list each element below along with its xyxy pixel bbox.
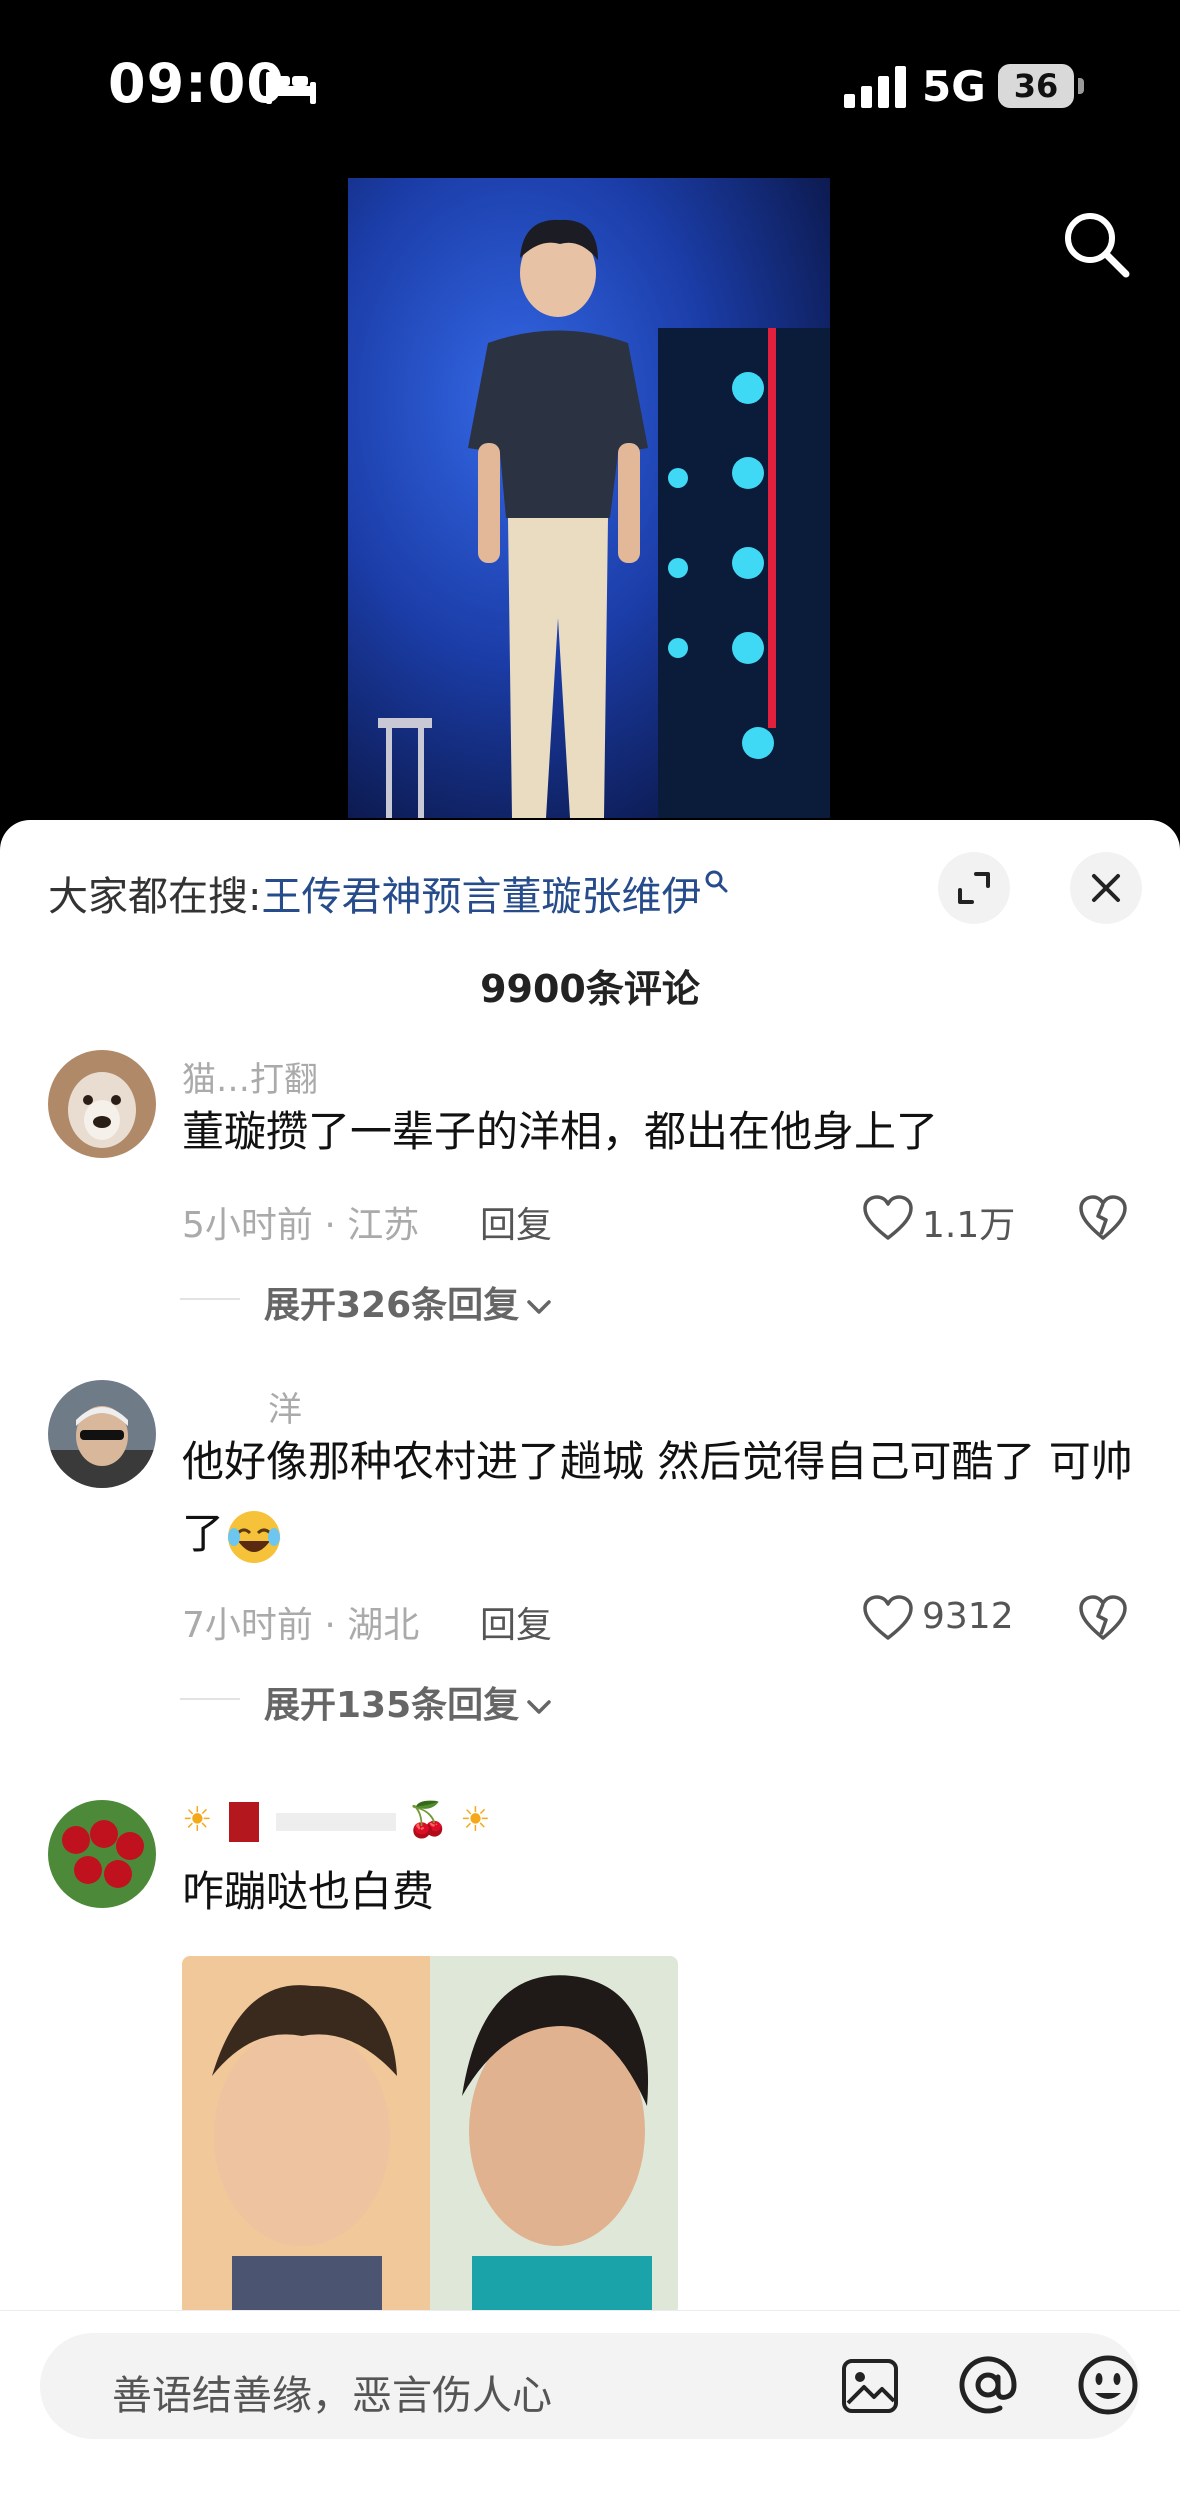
comment-input[interactable]: 善语结善缘，恶言伤人心 [40,2333,1140,2439]
expand-icon [958,872,990,904]
avatar[interactable] [48,1380,156,1488]
comment-sheet: 大家都在搜:王传君神预言董璇张维伊 9900条评论 猫…打翻 董璇攒了一辈子的洋… [0,820,1180,2496]
expand-replies-label: 展开326条回复 [264,1285,520,1326]
reply-button[interactable]: 回复 [480,1196,552,1248]
comment-input-bar: 善语结善缘，恶言伤人心 [0,2310,1180,2497]
like-icon[interactable] [862,1594,914,1642]
comment-text: 咋蹦哒也白费 [182,1867,435,1916]
chevron-down-icon [527,1700,551,1714]
dislike-icon[interactable] [1078,1594,1128,1642]
emoji-icon[interactable] [1076,2353,1140,2417]
video-still [348,178,830,818]
expand-button[interactable] [938,852,1010,924]
search-icon [705,870,728,893]
battery-level: 36 [998,64,1074,108]
comment-text: 董璇攒了一辈子的洋相，都出在他身上了 [182,1107,939,1156]
comment-text: 他好像那种农村进了趟城 然后觉得自己可酷了 可帅了 [182,1426,1142,1570]
comment-username[interactable]: 洋 [268,1382,302,1431]
dislike-icon[interactable] [1078,1194,1128,1242]
comment-text-body: 他好像那种农村进了趟城 然后觉得自己可酷了 可帅了 [182,1437,1133,1558]
avatar[interactable] [48,1050,156,1158]
divider [180,1698,240,1700]
trending-search[interactable]: 大家都在搜:王传君神预言董璇张维伊 [48,864,729,922]
laughing-emoji-icon [228,1510,281,1563]
image-icon[interactable] [840,2357,900,2415]
close-button[interactable] [1070,852,1142,924]
comment-username[interactable]: ☀ 🍒 ☀ [182,1800,491,1842]
status-time: 09:00 [108,52,285,115]
comment-meta: 7小时前 · 湖北 [182,1605,420,1646]
chevron-down-icon [527,1300,551,1314]
trending-search-prefix: 大家都在搜: [48,874,262,920]
battery-tip [1078,78,1084,94]
comment-input-placeholder: 善语结善缘，恶言伤人心 [112,2373,552,2419]
comment-username[interactable]: 猫…打翻 [182,1052,318,1101]
at-icon[interactable] [956,2353,1020,2417]
divider [180,1298,240,1300]
status-bar: 09:00 5G 36 [0,0,1180,170]
comment-image[interactable] [182,1956,678,2316]
reply-button[interactable]: 回复 [480,1596,552,1648]
avatar[interactable] [48,1800,156,1908]
bed-icon [266,72,316,104]
comment-item: 洋 他好像那种农村进了趟城 然后觉得自己可酷了 可帅了 7小时前 · 湖北 回复… [0,1380,1180,1800]
close-icon [1092,874,1120,902]
comment-photo [182,1956,678,2316]
network-label: 5G [922,62,986,111]
expand-replies[interactable]: 展开135条回复 [264,1676,553,1728]
comment-count: 9900条评论 [480,967,700,1011]
comment-item: ☀ 🍒 ☀ 咋蹦哒也白费 [0,1800,1180,2320]
video-player[interactable] [348,178,830,818]
trending-search-term[interactable]: 王传君神预言董璇张维伊 [261,874,701,920]
search-icon[interactable] [1060,208,1132,280]
expand-replies[interactable]: 展开326条回复 [264,1276,553,1328]
like-icon[interactable] [862,1194,914,1242]
comment-meta: 5小时前 · 江苏 [182,1205,420,1246]
like-count: 9312 [922,1596,1014,1637]
expand-replies-label: 展开135条回复 [264,1685,520,1726]
signal-icon [844,66,906,108]
like-count: 1.1万 [922,1205,1016,1246]
